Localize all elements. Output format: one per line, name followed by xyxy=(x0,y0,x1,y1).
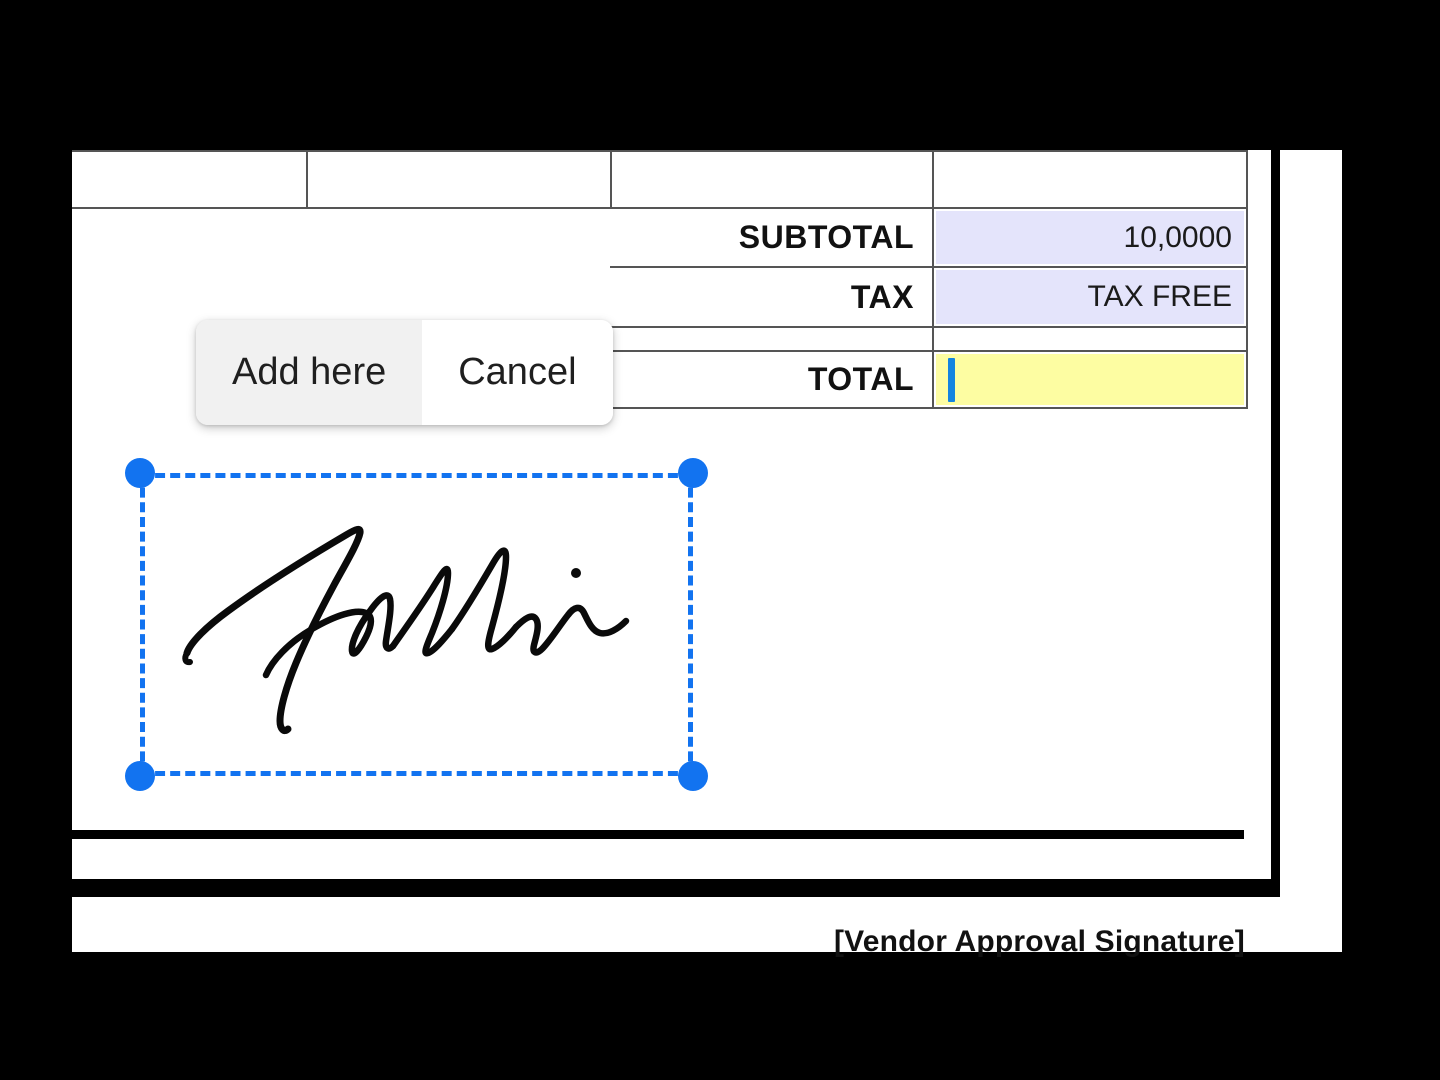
table-rule-tax-bottom xyxy=(610,326,1248,328)
signature-placement-popup: Add here Cancel xyxy=(196,320,613,425)
table-divider-col2 xyxy=(610,152,612,208)
add-here-button[interactable]: Add here xyxy=(196,320,423,425)
screen-root: SUBTOTAL 10,0000 TAX TAX FREE TOTAL [Ven… xyxy=(0,0,1440,1080)
cancel-button[interactable]: Cancel xyxy=(422,320,613,425)
table-divider-col3 xyxy=(932,152,934,409)
resize-handle-top-left[interactable] xyxy=(125,458,155,488)
table-divider-right xyxy=(1246,152,1248,409)
signature-baseline-rule xyxy=(72,830,1244,839)
resize-handle-bottom-left[interactable] xyxy=(125,761,155,791)
table-rule-top xyxy=(72,150,1248,152)
total-label: TOTAL xyxy=(807,361,914,397)
text-caret xyxy=(948,358,955,402)
signature-selection-box[interactable] xyxy=(125,458,708,791)
tax-value[interactable]: TAX FREE xyxy=(936,270,1244,324)
total-value-field[interactable] xyxy=(936,354,1244,405)
table-rule-total-bottom xyxy=(610,407,1248,409)
tax-label: TAX xyxy=(850,278,914,315)
vendor-approval-signature-label: [Vendor Approval Signature] xyxy=(833,925,1245,958)
table-divider-col1 xyxy=(306,152,308,208)
page-bottom-rule xyxy=(72,888,1280,897)
subtotal-label: SUBTOTAL xyxy=(738,219,914,255)
resize-handle-bottom-right[interactable] xyxy=(678,761,708,791)
signature-ink xyxy=(182,525,630,735)
subtotal-value[interactable]: 10,0000 xyxy=(936,211,1244,264)
resize-handle-top-right[interactable] xyxy=(678,458,708,488)
